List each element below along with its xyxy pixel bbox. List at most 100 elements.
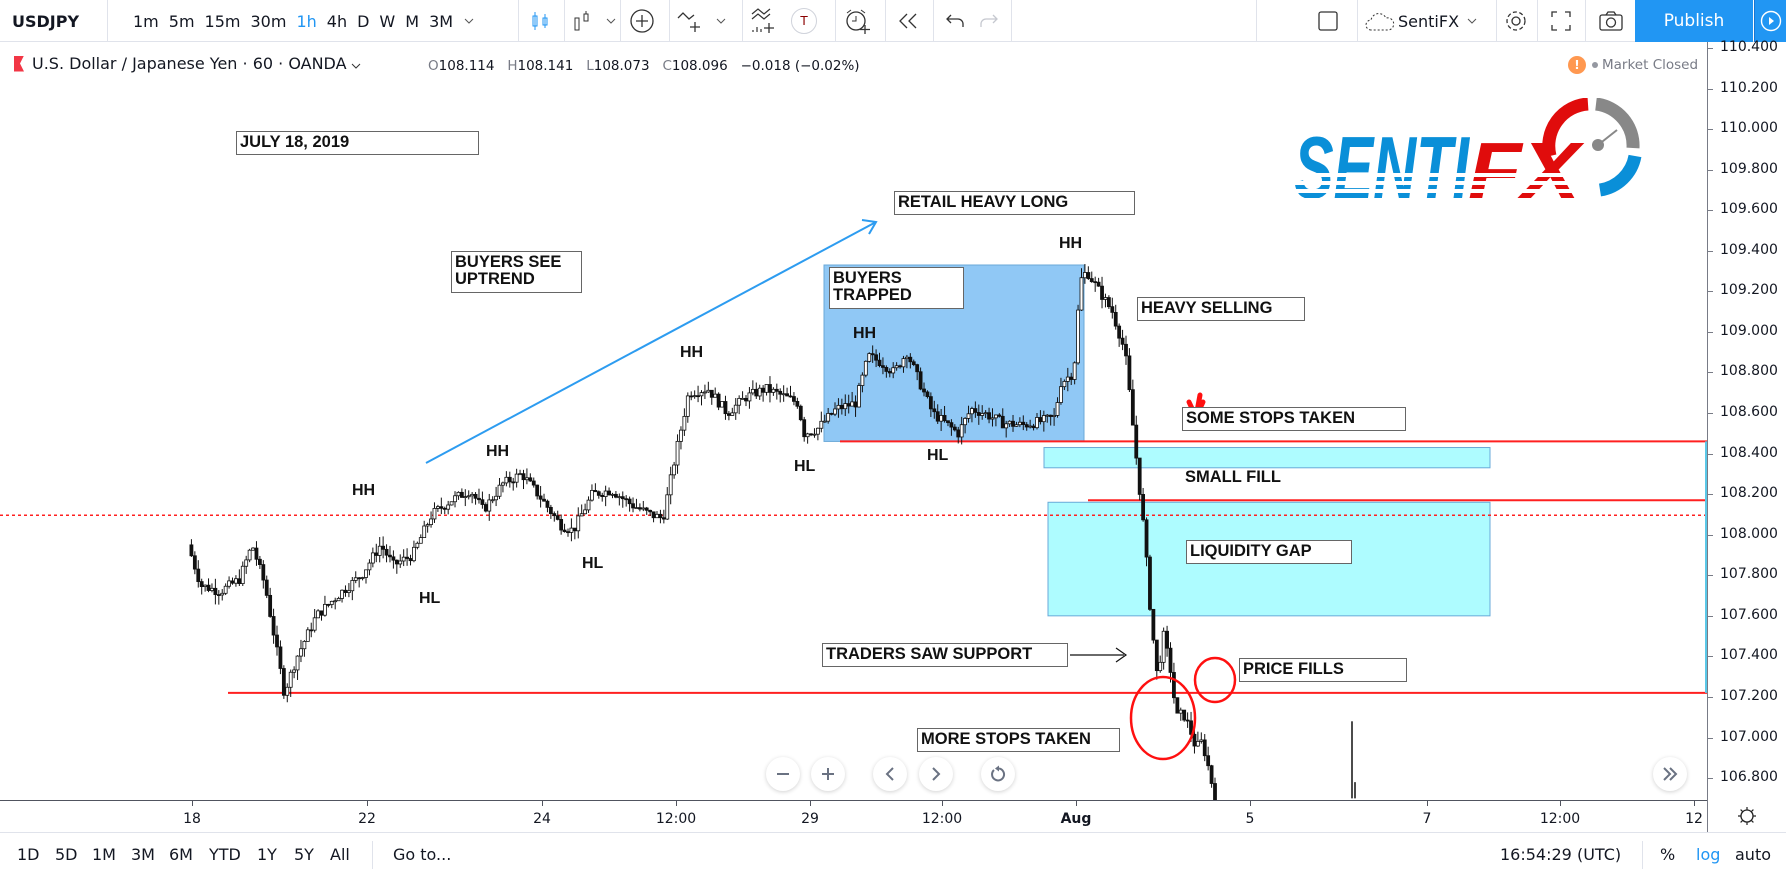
interval-15m[interactable]: 15m: [205, 12, 241, 31]
symbol-search[interactable]: USDJPY: [12, 0, 79, 42]
warning-icon: !: [1568, 56, 1586, 74]
log-scale-toggle[interactable]: log: [1696, 845, 1720, 864]
annotation-buyers-see-uptrend[interactable]: BUYERS SEE UPTREND: [451, 251, 582, 293]
candle-down: [898, 365, 902, 368]
series-legend[interactable]: U.S. Dollar / Japanese Yen · 60 · OANDA: [14, 54, 361, 73]
market-status[interactable]: ! Market Closed: [1568, 56, 1698, 74]
interval-30m[interactable]: 30m: [250, 12, 286, 31]
high-label: H: [507, 58, 518, 74]
auto-scale-toggle[interactable]: auto: [1735, 845, 1771, 864]
candle-up: [302, 640, 307, 650]
candle-down: [394, 559, 399, 565]
bar-style-icon[interactable]: [566, 5, 598, 37]
alert-icon[interactable]: [842, 5, 874, 37]
chevron-down-icon[interactable]: [351, 54, 361, 73]
price-tick: [1708, 413, 1713, 415]
undo-icon[interactable]: [940, 5, 972, 37]
clock-timezone[interactable]: 16:54:29 (UTC): [1500, 845, 1621, 864]
interval-1h[interactable]: 1h: [296, 12, 316, 31]
interval-d[interactable]: D: [357, 12, 369, 31]
swing-label-hl[interactable]: HL: [794, 458, 815, 476]
candle-down: [1124, 343, 1128, 357]
candle-up: [860, 374, 865, 386]
zoom-out-button[interactable]: [766, 757, 800, 791]
range-ytd[interactable]: YTD: [209, 845, 241, 864]
interval-w[interactable]: W: [379, 12, 395, 31]
chevron-down-icon[interactable]: [1459, 5, 1485, 37]
text-icon[interactable]: T: [788, 5, 820, 37]
price-tick-label: 107.400: [1720, 647, 1778, 664]
candles-icon[interactable]: [524, 5, 556, 37]
symbol-label[interactable]: USDJPY: [12, 12, 79, 31]
range-1y[interactable]: 1Y: [257, 845, 277, 864]
interval-1m[interactable]: 1m: [133, 12, 159, 31]
zoom-in-button[interactable]: [811, 757, 845, 791]
fullscreen-icon[interactable]: [1545, 5, 1577, 37]
chart-settings-gear-icon[interactable]: [1707, 800, 1786, 832]
annotation-more-stops-taken[interactable]: MORE STOPS TAKEN: [917, 728, 1120, 752]
price-axis[interactable]: 110.400 110.200 110.000 109.800 109.600 109.4…: [1707, 39, 1786, 800]
scroll-to-realtime-button[interactable]: [1653, 757, 1687, 791]
range-6m[interactable]: 6M: [169, 845, 193, 864]
time-axis[interactable]: 18 22 24 12:00 29 12:00 Aug 5 7 12:00 12: [0, 800, 1707, 832]
range-3m[interactable]: 3M: [131, 845, 155, 864]
range-5d[interactable]: 5D: [55, 845, 78, 864]
candle-down: [384, 548, 389, 556]
goto-button[interactable]: Go to...: [393, 845, 451, 864]
layout-square-icon[interactable]: [1312, 5, 1344, 37]
range-1m[interactable]: 1M: [92, 845, 116, 864]
interval-4h[interactable]: 4h: [327, 12, 347, 31]
price-tick-label: 108.400: [1720, 444, 1778, 461]
swing-label-hh[interactable]: HH: [853, 325, 876, 343]
candle-down: [973, 408, 978, 413]
redo-icon[interactable]: [972, 5, 1004, 37]
layout-selector[interactable]: SentiFX: [1364, 0, 1485, 42]
annotation-some-stops-taken[interactable]: SOME STOPS TAKEN: [1182, 407, 1406, 431]
candle-down: [388, 554, 392, 558]
price-tick: [1708, 656, 1713, 658]
annotation-date[interactable]: JULY 18, 2019: [236, 131, 479, 155]
swing-label-hh[interactable]: HH: [486, 443, 509, 461]
annotation-buyers-trapped[interactable]: BUYERS TRAPPED: [829, 267, 964, 309]
candle-down: [257, 558, 262, 565]
series-title[interactable]: U.S. Dollar / Japanese Yen · 60 · OANDA: [32, 54, 347, 73]
replay-icon[interactable]: [892, 5, 924, 37]
interval-5m[interactable]: 5m: [169, 12, 195, 31]
swing-label-hl[interactable]: HL: [419, 590, 440, 608]
chevron-down-icon[interactable]: [458, 5, 480, 37]
candle-up: [668, 474, 673, 496]
candle-down: [600, 494, 605, 497]
camera-icon[interactable]: [1595, 5, 1627, 37]
play-icon[interactable]: [1754, 0, 1786, 42]
annotation-retail-heavy-long[interactable]: RETAIL HEAVY LONG: [894, 191, 1135, 215]
annotation-traders-saw-support[interactable]: TRADERS SAW SUPPORT: [822, 643, 1068, 667]
swing-label-hl[interactable]: HL: [582, 555, 603, 573]
indicators-icon[interactable]: [676, 5, 708, 37]
swing-label-hh[interactable]: HH: [352, 482, 375, 500]
candle-up: [1195, 740, 1200, 747]
candle-up: [203, 584, 208, 587]
annotation-price-fills[interactable]: PRICE FILLS: [1239, 658, 1407, 682]
percent-scale-toggle[interactable]: %: [1660, 845, 1675, 864]
financials-icon[interactable]: [748, 5, 780, 37]
annotation-heavy-selling[interactable]: HEAVY SELLING: [1137, 297, 1305, 321]
add-compare-icon[interactable]: [626, 5, 658, 37]
interval-m[interactable]: M: [405, 12, 419, 31]
interval-3m[interactable]: 3M: [429, 12, 453, 31]
candle-down: [206, 584, 211, 591]
swing-label-hl[interactable]: HL: [927, 447, 948, 465]
range-5y[interactable]: 5Y: [294, 845, 314, 864]
scroll-left-button[interactable]: [873, 757, 907, 791]
annotation-liquidity-gap[interactable]: LIQUIDITY GAP: [1186, 540, 1352, 564]
gear-icon[interactable]: [1500, 5, 1532, 37]
publish-button[interactable]: Publish: [1635, 0, 1753, 42]
range-1d[interactable]: 1D: [17, 845, 40, 864]
swing-label-hh[interactable]: HH: [680, 344, 703, 362]
layout-name[interactable]: SentiFX: [1398, 12, 1459, 31]
range-all[interactable]: All: [330, 845, 350, 864]
scroll-right-button[interactable]: [919, 757, 953, 791]
reset-chart-button[interactable]: [981, 757, 1015, 791]
swing-label-hh[interactable]: HH: [1059, 235, 1082, 253]
chevron-down-icon[interactable]: [708, 5, 734, 37]
annotation-small-fill[interactable]: SMALL FILL: [1182, 467, 1284, 488]
